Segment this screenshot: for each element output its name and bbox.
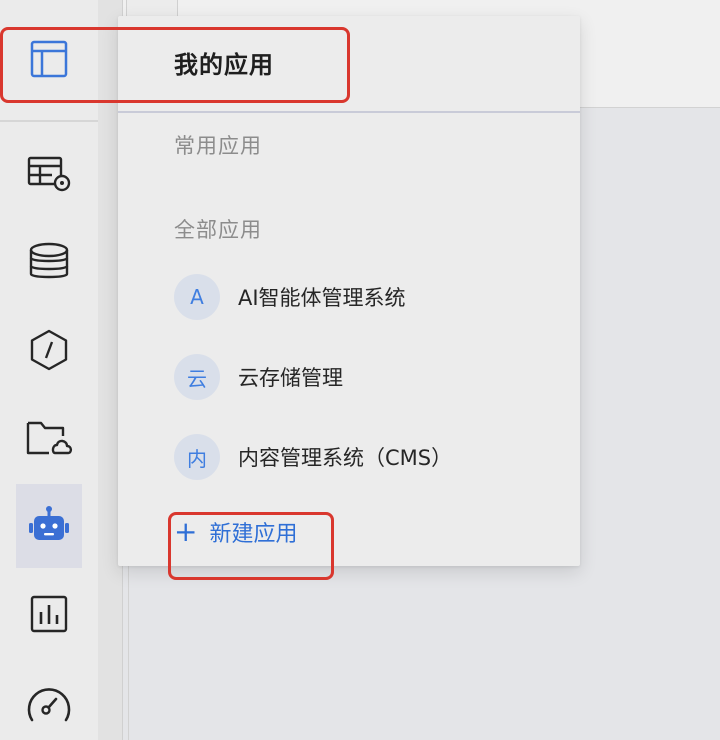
sidebar-item-ai-agent[interactable] <box>16 484 82 568</box>
sidebar-item-monitor[interactable] <box>16 662 82 740</box>
panel-divider <box>118 111 580 113</box>
robot-icon <box>28 505 70 547</box>
hexagon-slash-icon <box>28 329 70 371</box>
app-avatar: 内 <box>174 434 220 480</box>
plus-icon: + <box>174 515 198 548</box>
sidebar-divider <box>0 120 98 122</box>
new-app-button[interactable]: + 新建应用 <box>174 516 297 548</box>
sidebar-item-api[interactable] <box>16 308 82 392</box>
app-item-cms[interactable]: 内 内容管理系统（CMS） <box>174 434 554 480</box>
app-item-ai-agent-system[interactable]: A AI智能体管理系统 <box>174 274 554 320</box>
sidebar-item-tables[interactable] <box>16 132 82 216</box>
app-avatar: A <box>174 274 220 320</box>
table-settings-icon <box>26 154 72 194</box>
app-name: 内容管理系统（CMS） <box>238 446 453 470</box>
section-frequent-apps: 常用应用 <box>174 134 262 158</box>
sidebar-item-database[interactable] <box>16 220 82 304</box>
my-apps-panel: 我的应用 常用应用 全部应用 A AI智能体管理系统 云 云存储管理 内 内容管… <box>118 16 580 566</box>
speedometer-icon <box>24 682 74 726</box>
layout-panel-icon <box>30 40 68 78</box>
panel-title: 我的应用 <box>174 51 274 79</box>
sidebar-rail <box>0 0 98 740</box>
app-item-cloud-storage[interactable]: 云 云存储管理 <box>174 354 554 400</box>
section-all-apps: 全部应用 <box>174 218 262 242</box>
app-avatar: 云 <box>174 354 220 400</box>
sidebar-item-reports[interactable] <box>16 572 82 656</box>
folder-cloud-icon <box>25 418 73 458</box>
app-name: AI智能体管理系统 <box>238 286 406 310</box>
new-app-label: 新建应用 <box>209 522 298 547</box>
sidebar-item-storage[interactable] <box>16 396 82 480</box>
app-window: 我的应用 常用应用 全部应用 A AI智能体管理系统 云 云存储管理 内 内容管… <box>0 0 720 740</box>
database-icon <box>28 242 70 282</box>
bar-chart-icon <box>29 594 69 634</box>
sidebar-item-apps[interactable] <box>16 20 82 98</box>
app-name: 云存储管理 <box>238 366 343 390</box>
main-header-tab <box>126 0 178 17</box>
